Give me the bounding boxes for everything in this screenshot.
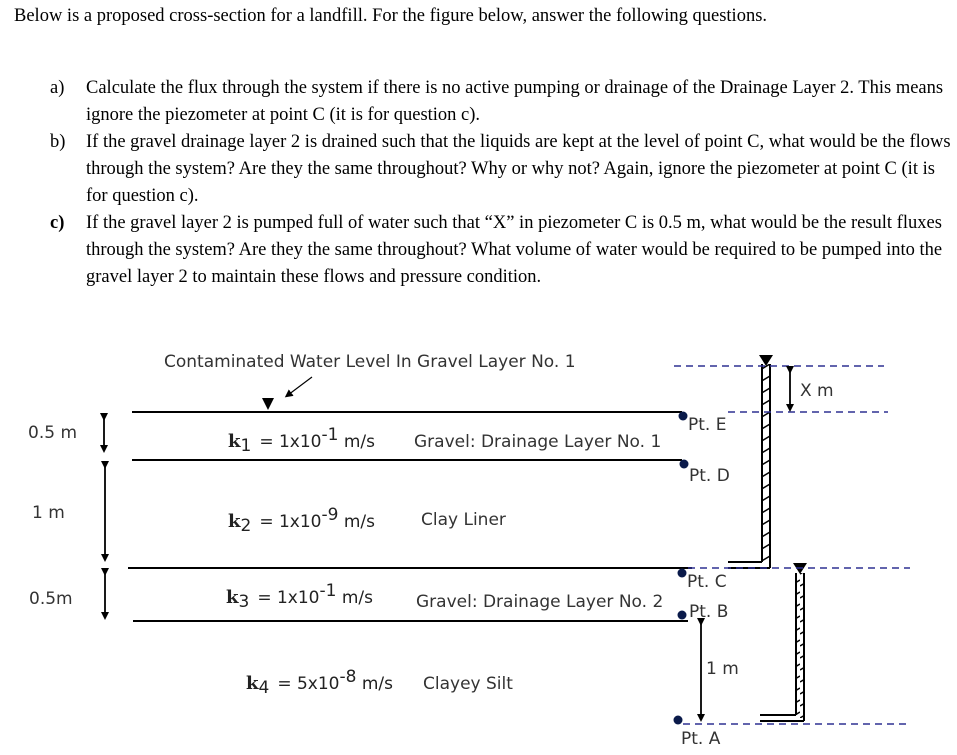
layer-2-label: k2 = 1x10-9 m/s Clay Liner	[228, 505, 506, 536]
point-c-marker	[677, 568, 687, 578]
layer-3-label: k3 = 1x10-1 m/s Gravel: Drainage Layer No…	[226, 581, 663, 612]
x-label: X m	[800, 381, 834, 401]
point-b-label: Pt. B	[689, 602, 728, 622]
piezometer-a	[760, 563, 807, 722]
piezometer-c	[728, 355, 773, 569]
layer-4-label: k4 = 5x10-8 m/s Clayey Silt	[246, 667, 513, 698]
point-c-label: Pt. C	[687, 572, 727, 592]
point-d-label: Pt. D	[689, 466, 730, 486]
layer-1-label: k1 = 1x10-1 m/s Gravel: Drainage Layer No…	[228, 425, 661, 456]
cross-section-figure: Contaminated Water Level In Gravel Layer…	[28, 352, 910, 749]
point-a-marker	[673, 715, 683, 725]
thickness-label: 0.5 m	[28, 423, 77, 443]
layer-name: Gravel: Drainage Layer No. 1	[414, 432, 661, 452]
thickness-arrows	[100, 413, 109, 620]
point-e-marker	[678, 411, 688, 421]
water-table-triangle-icon	[262, 398, 274, 410]
svg-text:k2= 1x10-9 m/s: k2 = 1x10-9 m/s	[228, 505, 375, 536]
ab-distance-label: 1 m	[706, 659, 739, 679]
layer-name: Gravel: Drainage Layer No. 2	[416, 592, 663, 612]
thickness-label: 0.5m	[29, 589, 73, 609]
svg-text:k3= 1x10-1 m/s: k3 = 1x10-1 m/s	[226, 581, 373, 612]
thickness-label: 1 m	[32, 503, 65, 523]
svg-text:k4= 5x10-8 m/s: k4 = 5x10-8 m/s	[246, 667, 393, 698]
point-d-marker	[679, 459, 689, 469]
pointer-arrow-icon	[284, 376, 313, 398]
point-b-marker	[677, 610, 687, 620]
point-a-label: Pt. A	[681, 729, 721, 749]
svg-text:k1= 1x10-1 m/s: k1 = 1x10-1 m/s	[228, 425, 375, 456]
water-level-label: Contaminated Water Level In Gravel Layer…	[164, 352, 576, 372]
layer-name: Clayey Silt	[423, 674, 513, 694]
layer-name: Clay Liner	[421, 510, 506, 530]
point-e-label: Pt. E	[688, 415, 726, 435]
